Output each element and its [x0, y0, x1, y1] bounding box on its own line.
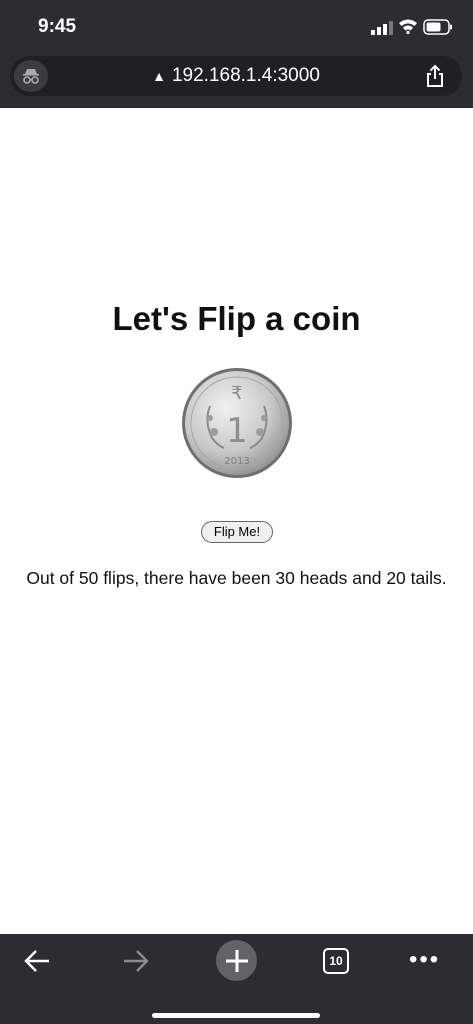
address-bar[interactable]: ▲ 192.168.1.4:3000: [10, 56, 462, 96]
page-content: Let's Flip a coin ₹ 1 2013 Flip Me! Out …: [0, 108, 473, 934]
browser-toolbar: ▲ 192.168.1.4:3000: [0, 54, 473, 108]
flip-button[interactable]: Flip Me!: [201, 521, 273, 543]
coin-rupee-symbol: ₹: [231, 383, 242, 404]
back-arrow-icon[interactable]: [22, 946, 52, 976]
warning-icon: ▲: [152, 68, 166, 84]
plus-icon: [225, 949, 248, 972]
url-display[interactable]: ▲ 192.168.1.4:3000: [10, 56, 462, 96]
status-bar: 9:45: [0, 0, 473, 54]
tabs-icon[interactable]: 10: [323, 948, 349, 974]
home-indicator: [152, 1013, 320, 1018]
forward-arrow-icon[interactable]: [121, 946, 151, 976]
share-icon[interactable]: [422, 63, 448, 89]
wifi-icon: [399, 19, 417, 34]
coin-year: 2013: [224, 456, 249, 467]
status-time: 9:45: [38, 16, 77, 37]
new-tab-button[interactable]: [216, 940, 257, 981]
flip-result-text: Out of 50 flips, there have been 30 head…: [26, 568, 447, 588]
page-title: Let's Flip a coin: [112, 300, 361, 337]
coin-value: 1: [226, 411, 248, 451]
url-text: 192.168.1.4:3000: [171, 65, 320, 86]
browser-bottom-bar: 10 •••: [0, 934, 473, 1024]
coin-image: ₹ 1 2013: [182, 368, 292, 478]
more-icon[interactable]: •••: [409, 948, 445, 972]
battery-icon: [423, 19, 452, 35]
signal-icon: [371, 21, 393, 35]
